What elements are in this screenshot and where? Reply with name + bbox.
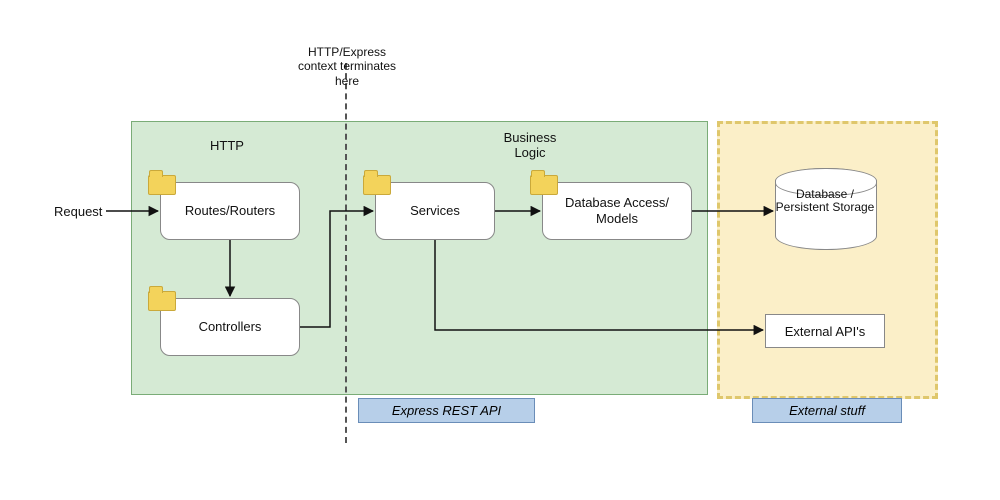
database-access-node-label: Database Access/ Models xyxy=(547,195,687,226)
external-stuff-region xyxy=(717,121,938,399)
database-label: Database / Persistent Storage xyxy=(775,188,875,214)
external-apis-node: External API's xyxy=(765,314,885,348)
folder-icon xyxy=(530,175,558,195)
controllers-node-label: Controllers xyxy=(199,319,262,335)
express-caption: Express REST API xyxy=(358,398,535,423)
folder-icon xyxy=(363,175,391,195)
routes-node: Routes/Routers xyxy=(160,182,300,240)
routes-node-label: Routes/Routers xyxy=(185,203,275,219)
context-annotation: HTTP/Express context terminates here xyxy=(292,45,402,88)
controllers-node: Controllers xyxy=(160,298,300,356)
http-section-title: HTTP xyxy=(210,138,244,153)
context-divider xyxy=(345,63,347,443)
diagram-stage: HTTP/Express context terminates here HTT… xyxy=(0,0,1000,500)
business-section-title: Business Logic xyxy=(490,130,570,160)
services-node-label: Services xyxy=(410,203,460,219)
external-apis-node-label: External API's xyxy=(785,324,866,339)
folder-icon xyxy=(148,175,176,195)
database-access-node: Database Access/ Models xyxy=(542,182,692,240)
services-node: Services xyxy=(375,182,495,240)
folder-icon xyxy=(148,291,176,311)
request-label: Request xyxy=(54,204,102,219)
external-caption: External stuff xyxy=(752,398,902,423)
